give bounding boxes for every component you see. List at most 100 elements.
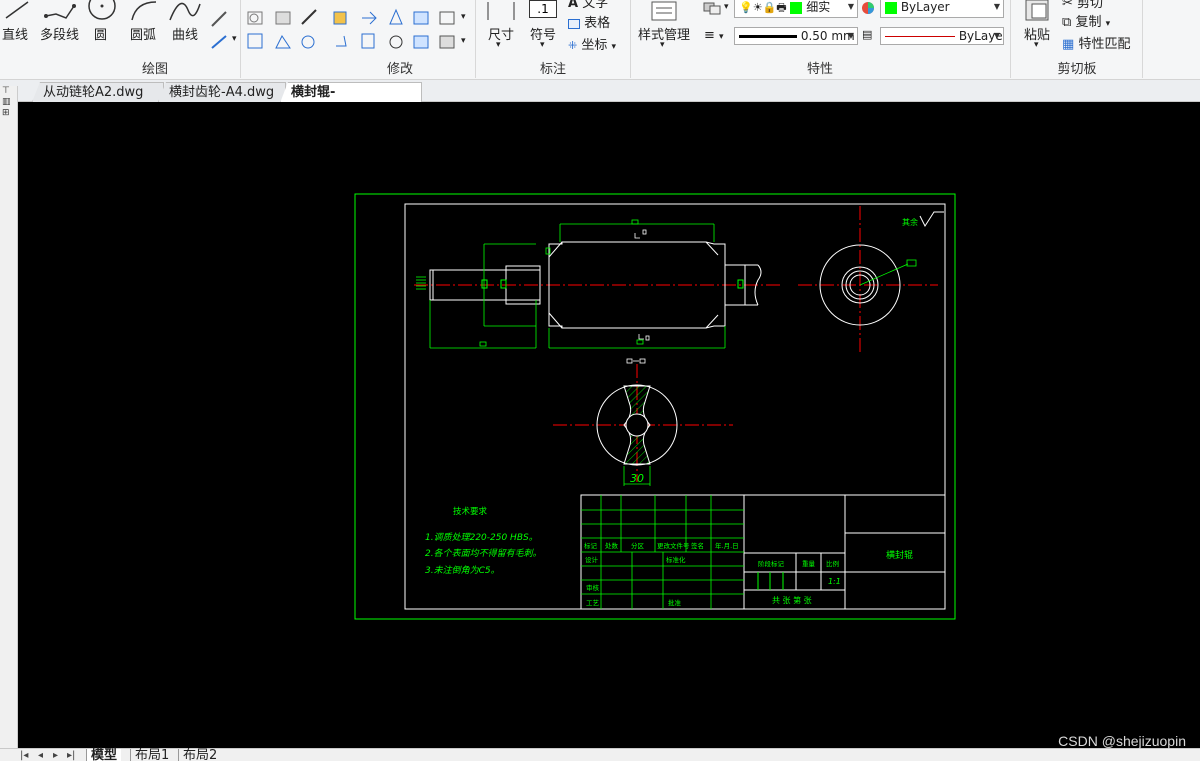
style-manager-arrow[interactable]: ▾ bbox=[660, 40, 665, 50]
draw-more-arrow[interactable]: ▾ bbox=[232, 34, 237, 44]
copy-button[interactable]: ⧉ 复制 ▾ bbox=[1062, 11, 1110, 30]
ribbon: 直线 多段线 圆 圆弧 曲线 ▾ 绘图 ▾ ▾ 修改 尺寸 ▾ .1 符号 ▾ … bbox=[0, 0, 1200, 80]
paste-arrow[interactable]: ▾ bbox=[1034, 40, 1039, 50]
tech-note-2: 2.各个表面均不得留有毛刺。 bbox=[425, 548, 542, 559]
cad-app-window: 直线 多段线 圆 圆弧 曲线 ▾ 绘图 ▾ ▾ 修改 尺寸 ▾ .1 符号 ▾ … bbox=[0, 0, 1200, 761]
lineweight-value: 0.50 mm bbox=[800, 29, 855, 43]
tab-document-3[interactable]: 横封辊-A4.dwg× bbox=[280, 82, 422, 103]
style-manager-icon bbox=[651, 1, 677, 21]
layer-manager-arrow[interactable]: ▾ bbox=[724, 2, 729, 12]
tb-sheet: 共 张 第 张 bbox=[772, 595, 812, 605]
section-dimension-text: 30 bbox=[630, 472, 644, 485]
tab-model[interactable]: 模型 bbox=[86, 749, 122, 761]
tab-document-1[interactable]: 从动链轮A2.dwg bbox=[32, 82, 164, 102]
tab-document-2[interactable]: 横封齿轮-A4.dwg bbox=[158, 82, 286, 102]
coordinate-label: 坐标 bbox=[581, 38, 608, 53]
front-dimensions bbox=[416, 219, 726, 349]
curve-button[interactable]: 曲线 bbox=[172, 24, 198, 43]
color-wheel-icon[interactable] bbox=[860, 0, 876, 16]
linetype-list-icon[interactable]: ≡ ▾ bbox=[704, 28, 724, 43]
cut-label: 剪切 bbox=[1077, 0, 1104, 11]
dimension-arrow[interactable]: ▾ bbox=[496, 40, 501, 50]
symbol-icon: .1 bbox=[529, 0, 557, 18]
document-tabbar: ▾ 从动链轮A2.dwg 横封齿轮-A4.dwg 横封辊-A4.dwg× bbox=[0, 80, 1200, 103]
tech-note-1: 1.调质处理220-250 HBS。 bbox=[425, 532, 538, 543]
tb-ratio: 比例 bbox=[826, 559, 839, 568]
draw-small-tools-icon bbox=[211, 11, 227, 49]
shaft-section-view: 30 bbox=[553, 358, 733, 486]
color-value: ByLayer bbox=[900, 0, 950, 14]
first-layout-arrow[interactable]: |◂ bbox=[20, 749, 28, 761]
table-button[interactable]: 表格 bbox=[568, 12, 610, 31]
paste-icon bbox=[1025, 0, 1049, 21]
modify-tools-icon[interactable] bbox=[244, 2, 320, 54]
coordinate-button[interactable]: ⁜ 坐标 ▾ bbox=[568, 34, 616, 53]
last-layout-arrow[interactable]: ▸| bbox=[67, 749, 75, 761]
properties-group-label: 特性 bbox=[806, 62, 833, 77]
tb-sign: 签名 bbox=[691, 541, 704, 550]
layer-state-icons: 💡☀🔒🖶 bbox=[739, 1, 787, 14]
modify-more-arrow-1[interactable]: ▾ bbox=[461, 12, 466, 22]
color-combo[interactable]: ByLayer ▼ bbox=[880, 0, 1004, 18]
linetype-icon: ▤ bbox=[862, 28, 873, 41]
tb-zone: 分区 bbox=[631, 541, 645, 550]
tb-change-no: 更改文件号 bbox=[657, 541, 690, 550]
tb-scale: 1:1 bbox=[828, 577, 841, 586]
color-swatch bbox=[885, 1, 897, 14]
layer-name: 细实 bbox=[806, 0, 831, 14]
lineweight-combo[interactable]: 0.50 mm ▼ bbox=[734, 27, 858, 45]
tb-stage: 阶段标记 bbox=[758, 559, 785, 568]
match-properties-button[interactable]: ▦ 特性匹配 bbox=[1062, 33, 1130, 52]
tab-layout-2[interactable]: 布局2 bbox=[178, 749, 221, 761]
tech-note-3: 3.未注倒角为C5。 bbox=[425, 565, 500, 576]
left-tool-strip: ⊤ ▥ ⊞ bbox=[0, 86, 18, 748]
prev-layout-arrow[interactable]: ◂ bbox=[38, 749, 43, 761]
linetype-preview bbox=[885, 36, 955, 37]
tb-review: 审核 bbox=[586, 583, 600, 592]
table-icon bbox=[568, 18, 580, 29]
next-layout-arrow[interactable]: ▸ bbox=[53, 749, 58, 761]
modify-more-arrow-2[interactable]: ▾ bbox=[461, 36, 466, 46]
tb-design: 设计 bbox=[585, 555, 599, 564]
polyline-button[interactable]: 多段线 bbox=[40, 24, 79, 43]
circle-button[interactable]: 圆 bbox=[94, 24, 107, 43]
line-button[interactable]: 直线 bbox=[2, 24, 28, 43]
tab-layout-1[interactable]: 布局1 bbox=[130, 749, 173, 761]
arc-button[interactable]: 圆弧 bbox=[130, 24, 156, 43]
drawing-canvas[interactable]: 其余 30 技术要求 1.调质处理220-250 HBS。 2.各个表面均不得留… bbox=[18, 102, 1200, 748]
watermark: CSDN @shejizuopin bbox=[1058, 733, 1186, 749]
coordinate-icon: ⁜ bbox=[568, 39, 578, 52]
tab-label: 横封齿轮-A4.dwg bbox=[169, 85, 275, 100]
text-label: 文字 bbox=[582, 0, 609, 11]
layer-combo[interactable]: 💡☀🔒🖶 细实 ▼ bbox=[734, 0, 858, 18]
dimension-button[interactable]: 尺寸 bbox=[488, 24, 514, 43]
cut-icon: ✂ bbox=[1062, 0, 1073, 11]
table-label: 表格 bbox=[584, 16, 611, 31]
technical-requirements: 技术要求 1.调质处理220-250 HBS。 2.各个表面均不得留有毛刺。 3… bbox=[425, 506, 542, 576]
roughness-symbol: 其余 bbox=[902, 211, 944, 228]
left-strip-icons[interactable]: ⊤ ▥ ⊞ bbox=[0, 86, 17, 119]
line-icon bbox=[5, 1, 29, 19]
shaft-side-view bbox=[798, 206, 938, 352]
tb-standard: 标准化 bbox=[666, 555, 686, 564]
layer-color-swatch bbox=[790, 1, 803, 14]
copy-label: 复制 bbox=[1075, 15, 1102, 30]
linetype-combo[interactable]: ByLayer ▼ bbox=[880, 27, 1004, 45]
drawing-svg: 其余 30 技术要求 1.调质处理220-250 HBS。 2.各个表面均不得留… bbox=[354, 193, 956, 620]
dimension-icon bbox=[487, 2, 515, 20]
tb-count: 处数 bbox=[605, 541, 619, 550]
tb-weight: 重量 bbox=[802, 560, 816, 568]
draw-group-label: 绘图 bbox=[141, 62, 168, 77]
tb-approve: 批准 bbox=[668, 598, 682, 607]
layout-tabbar: |◂ ◂ ▸ ▸| 模型 布局1 布局2 bbox=[0, 748, 1200, 761]
cut-button[interactable]: ✂ 剪切 bbox=[1062, 0, 1103, 11]
symbol-arrow[interactable]: ▾ bbox=[540, 40, 545, 50]
modify-tools-2-icon[interactable] bbox=[330, 2, 470, 54]
modify-group-label: 修改 bbox=[386, 62, 413, 77]
text-button[interactable]: A 文字 bbox=[568, 0, 608, 11]
lineweight-preview bbox=[739, 35, 797, 38]
symbol-icon-text: .1 bbox=[537, 2, 549, 16]
match-properties-label: 特性匹配 bbox=[1078, 37, 1131, 52]
polyline-icon bbox=[44, 4, 76, 19]
curve-icon bbox=[169, 2, 201, 21]
